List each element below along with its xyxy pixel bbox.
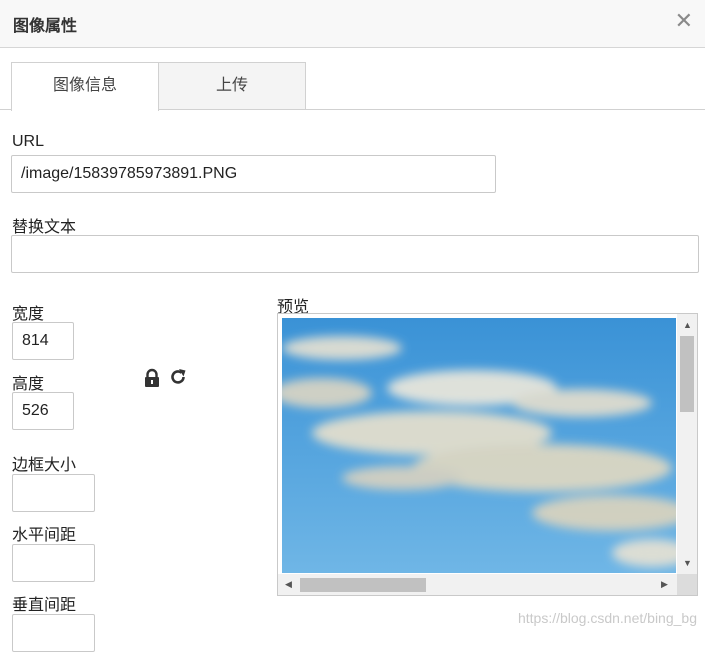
url-input[interactable] xyxy=(11,155,496,193)
preview-image xyxy=(282,318,676,573)
hspace-label: 水平间距 xyxy=(12,527,77,544)
tab-upload[interactable]: 上传 xyxy=(158,62,306,110)
watermark: https://blog.csdn.net/bing_bg xyxy=(517,610,697,626)
hspace-input[interactable] xyxy=(12,544,95,582)
horizontal-scroll-thumb[interactable] xyxy=(300,578,426,592)
vspace-label: 垂直间距 xyxy=(12,597,77,614)
reset-size-icon[interactable] xyxy=(168,367,188,387)
vspace-input[interactable] xyxy=(12,614,95,652)
close-icon[interactable]: ✕ xyxy=(675,9,693,33)
vertical-scrollbar[interactable]: ▲ ▼ xyxy=(677,314,697,576)
width-input[interactable] xyxy=(12,322,74,360)
scroll-right-icon[interactable]: ▶ xyxy=(661,579,668,589)
height-input[interactable] xyxy=(12,392,74,430)
tabs-divider-left xyxy=(0,109,11,110)
horizontal-scrollbar[interactable]: ◀ ▶ xyxy=(278,574,679,595)
scroll-up-icon[interactable]: ▲ xyxy=(683,320,692,330)
scroll-left-icon[interactable]: ◀ xyxy=(285,579,292,589)
tab-image-info[interactable]: 图像信息 xyxy=(11,62,159,111)
alt-text-label: 替换文本 xyxy=(12,219,77,236)
border-input[interactable] xyxy=(12,474,95,512)
lock-icon[interactable] xyxy=(143,368,161,388)
width-label: 宽度 xyxy=(12,306,45,323)
border-label: 边框大小 xyxy=(12,457,77,474)
url-label: URL xyxy=(12,133,45,150)
preview-pane[interactable]: ▲ ▼ ◀ ▶ xyxy=(277,313,698,596)
dialog-titlebar: 图像属性 ✕ xyxy=(0,0,705,48)
scroll-corner xyxy=(677,574,697,595)
vertical-scroll-thumb[interactable] xyxy=(680,336,694,412)
scroll-down-icon[interactable]: ▼ xyxy=(683,558,692,568)
height-label: 高度 xyxy=(12,376,45,393)
tabs-divider xyxy=(159,109,705,110)
dialog-title: 图像属性 xyxy=(13,18,78,35)
alt-text-input[interactable] xyxy=(11,235,699,273)
